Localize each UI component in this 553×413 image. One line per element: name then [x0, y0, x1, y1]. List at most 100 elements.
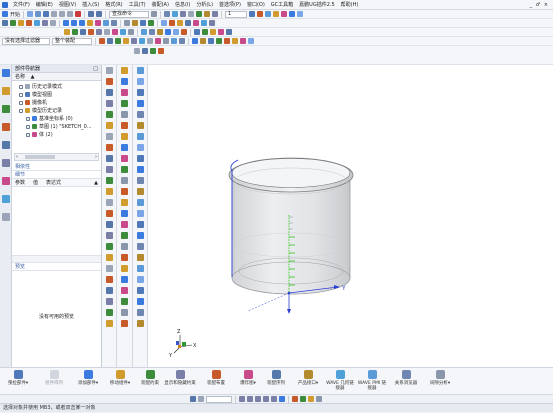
- intersect-curve-icon[interactable]: [128, 29, 134, 35]
- point-set-icon[interactable]: [149, 29, 155, 35]
- ribbon-command[interactable]: WAVE PMI 链接器: [356, 370, 388, 391]
- edge-blend-icon[interactable]: [87, 20, 93, 26]
- snap-quadrant-icon[interactable]: [139, 38, 145, 44]
- toolbox-icon[interactable]: [297, 11, 304, 17]
- scroll-right-icon[interactable]: ›: [95, 154, 97, 160]
- maximize-icon[interactable]: □: [93, 65, 98, 73]
- show-hide-icon[interactable]: [204, 11, 211, 17]
- tool-icon[interactable]: [121, 210, 128, 217]
- tool-icon[interactable]: [136, 122, 144, 129]
- draft-icon[interactable]: [111, 20, 117, 26]
- ribbon-command[interactable]: 移动组件▾: [104, 370, 136, 386]
- analysis-icon[interactable]: [281, 11, 288, 17]
- scale-icon[interactable]: [218, 29, 224, 35]
- extract-geometry-icon[interactable]: [202, 29, 208, 35]
- circle-icon[interactable]: [80, 29, 86, 35]
- menu-item[interactable]: 工具(T): [126, 0, 149, 10]
- horizontal-scrollbar[interactable]: ‹ ›: [14, 153, 99, 161]
- dropdown-arrow-icon[interactable]: ▾: [26, 381, 28, 386]
- chamfer-icon[interactable]: [95, 20, 101, 26]
- tool-icon[interactable]: [136, 100, 144, 107]
- tool-icon[interactable]: [136, 320, 144, 327]
- line-snap-icon[interactable]: [239, 396, 245, 402]
- ribbon-command[interactable]: 组件阵列: [38, 370, 70, 386]
- tool-icon[interactable]: [136, 265, 144, 272]
- dependency-section[interactable]: 相依性: [12, 163, 101, 171]
- open-icon[interactable]: [35, 11, 42, 17]
- preview-section[interactable]: 预览: [12, 263, 101, 271]
- tool-icon[interactable]: [105, 309, 113, 316]
- layer-icon[interactable]: [196, 11, 203, 17]
- ribbon-command[interactable]: WAVE 几何链接器: [324, 370, 356, 391]
- tool-icon[interactable]: [105, 232, 113, 239]
- fit-icon[interactable]: [188, 11, 195, 17]
- checkbox-icon[interactable]: [26, 132, 30, 137]
- select-face-icon[interactable]: [224, 38, 230, 44]
- ribbon-command[interactable]: 显示和隐藏约束: [164, 370, 196, 386]
- tool-icon[interactable]: [105, 276, 113, 283]
- wireframe-icon[interactable]: [198, 396, 204, 402]
- sweep-icon[interactable]: [177, 20, 183, 26]
- scale-view-icon[interactable]: [292, 396, 298, 402]
- checkbox-icon[interactable]: [19, 100, 23, 105]
- menu-item[interactable]: 插入(S): [79, 0, 102, 10]
- tool-icon[interactable]: [121, 199, 128, 206]
- tool-icon[interactable]: [121, 243, 128, 250]
- tool-icon[interactable]: [121, 298, 128, 305]
- tool-icon[interactable]: [136, 89, 144, 96]
- snap-existing-icon[interactable]: [147, 38, 153, 44]
- menu-item[interactable]: 视图(V): [56, 0, 79, 10]
- helix-icon[interactable]: [112, 29, 118, 35]
- dropdown-arrow-icon[interactable]: ▾: [316, 381, 318, 386]
- tool-icon[interactable]: [121, 155, 128, 162]
- work-plane-icon[interactable]: [158, 48, 164, 54]
- tool-icon[interactable]: [121, 166, 128, 173]
- tree-node[interactable]: 体 (2): [12, 131, 101, 139]
- start-button[interactable]: 开始: [10, 11, 20, 18]
- ribbon-command[interactable]: 装配约束: [134, 370, 166, 386]
- studio-icon[interactable]: [201, 20, 207, 26]
- history-icon[interactable]: [2, 141, 10, 149]
- tool-icon[interactable]: [121, 320, 128, 327]
- snap-endpoint-icon[interactable]: [99, 38, 105, 44]
- tool-icon[interactable]: [121, 67, 128, 74]
- divide-curve-icon[interactable]: [181, 29, 187, 35]
- select-curve-icon[interactable]: [240, 38, 246, 44]
- checkbox-icon[interactable]: [26, 124, 30, 129]
- tool-icon[interactable]: [105, 122, 113, 129]
- tool-icon[interactable]: [136, 221, 144, 228]
- tool-icon[interactable]: [105, 100, 113, 107]
- tree-node[interactable]: 历史记录模式: [12, 83, 101, 91]
- unite-icon[interactable]: [63, 20, 69, 26]
- scroll-left-icon[interactable]: ‹: [16, 154, 18, 160]
- revolve-icon[interactable]: [26, 20, 32, 26]
- intersect-icon[interactable]: [79, 20, 85, 26]
- assembly-navigator-icon[interactable]: [2, 69, 10, 77]
- snap-pole-icon[interactable]: [179, 38, 185, 44]
- line-icon[interactable]: [64, 29, 70, 35]
- details-section[interactable]: 细节: [12, 171, 101, 179]
- select-feature-icon[interactable]: [208, 38, 214, 44]
- snap-control-icon[interactable]: [115, 38, 121, 44]
- ribbon-command[interactable]: 产品接口▾: [292, 370, 324, 386]
- tool-icon[interactable]: [136, 254, 144, 261]
- arc-snap-icon[interactable]: [255, 396, 261, 402]
- tool-icon[interactable]: [105, 221, 113, 228]
- constraint-navigator-icon[interactable]: [2, 87, 10, 95]
- ribbon-command[interactable]: 间隙分析▾: [424, 370, 456, 386]
- select-edge-icon[interactable]: [232, 38, 238, 44]
- tool-icon[interactable]: [105, 287, 113, 294]
- tool-icon[interactable]: [105, 144, 113, 151]
- tool-icon[interactable]: [136, 133, 144, 140]
- pocket-icon[interactable]: [50, 20, 56, 26]
- snap-midpoint-icon[interactable]: [107, 38, 113, 44]
- snap-bounded-icon[interactable]: [171, 38, 177, 44]
- thicken-icon[interactable]: [169, 20, 175, 26]
- column-name-label[interactable]: 名称: [15, 74, 25, 80]
- tree-node[interactable]: 摄像机: [12, 99, 101, 107]
- tool-icon[interactable]: [121, 111, 128, 118]
- dropdown-arrow-icon[interactable]: ▾: [448, 381, 450, 386]
- view-icon[interactable]: [164, 11, 171, 17]
- deselect-icon[interactable]: [200, 38, 206, 44]
- menu-item[interactable]: 编辑(E): [33, 0, 56, 10]
